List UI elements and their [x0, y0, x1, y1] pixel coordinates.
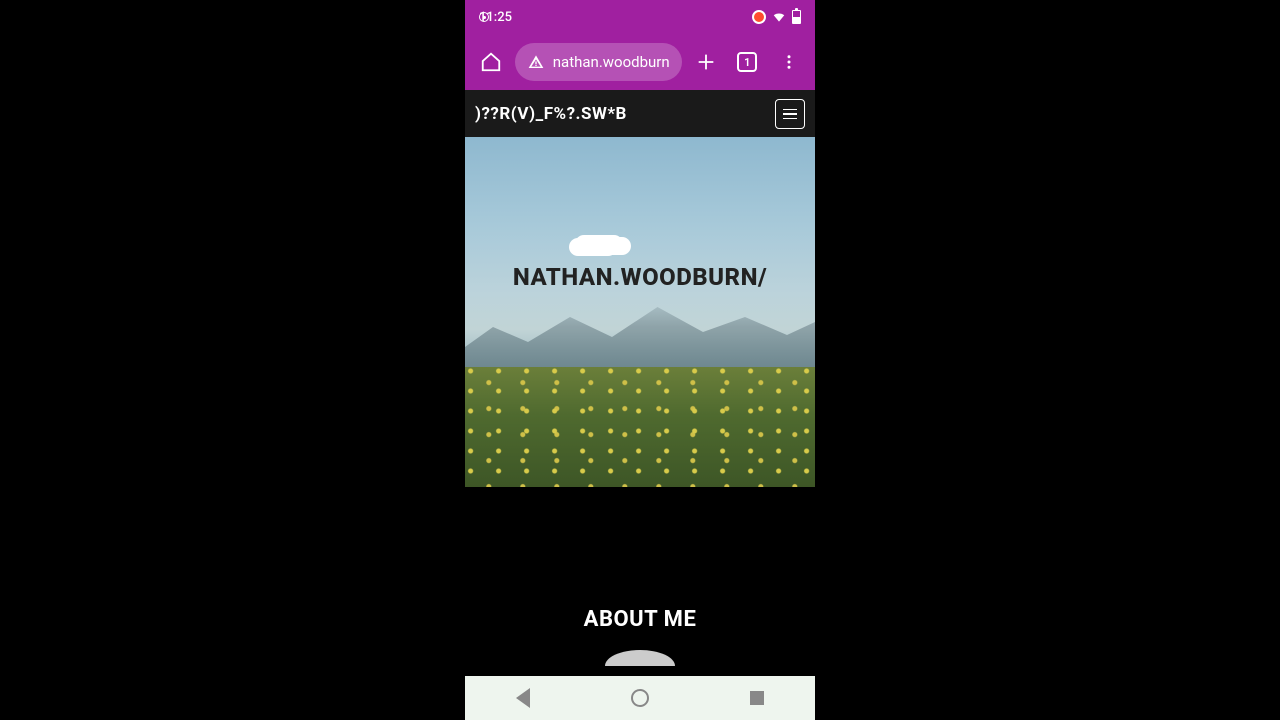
tab-count-badge: 1 [737, 52, 757, 72]
hero-cloud [575, 235, 623, 253]
record-dot-icon [752, 10, 766, 24]
battery-icon [792, 10, 801, 24]
url-bar[interactable]: nathan.woodburn [515, 43, 682, 81]
recents-square-icon [750, 691, 764, 705]
site-header: )??R(V)_F%?.SW*B [465, 90, 815, 137]
about-section [465, 487, 815, 607]
nav-home-button[interactable] [620, 678, 660, 718]
hero-foreground-grass [465, 367, 815, 487]
new-tab-button[interactable] [688, 42, 724, 82]
status-bar: 11:25 [465, 0, 815, 34]
nav-recents-button[interactable] [737, 678, 777, 718]
system-nav-bar [465, 676, 815, 720]
screen-record-indicator-icon [479, 12, 489, 22]
plus-icon [695, 51, 717, 73]
hero-section: NATHAN.WOODBURN/ [465, 137, 815, 487]
tab-switcher-button[interactable]: 1 [729, 42, 765, 82]
phone-frame: 11:25 nathan.woodburn [465, 0, 815, 720]
not-secure-warning-icon [527, 54, 545, 70]
home-circle-icon [631, 689, 649, 707]
status-right [752, 10, 801, 24]
hero-title: NATHAN.WOODBURN/ [465, 263, 815, 291]
hamburger-icon [783, 109, 797, 119]
site-title: )??R(V)_F%?.SW*B [475, 104, 627, 124]
about-avatar [605, 650, 675, 666]
browser-toolbar: nathan.woodburn 1 [465, 34, 815, 90]
about-heading: ABOUT ME [465, 607, 815, 632]
kebab-menu-icon [780, 53, 798, 71]
browser-home-button[interactable] [473, 42, 509, 82]
home-icon [480, 51, 502, 73]
site-menu-button[interactable] [775, 99, 805, 129]
url-text: nathan.woodburn [553, 53, 670, 71]
wifi-icon [772, 10, 786, 24]
nav-back-button[interactable] [503, 678, 543, 718]
browser-menu-button[interactable] [771, 42, 807, 82]
status-left: 11:25 [479, 10, 512, 25]
back-triangle-icon [516, 688, 530, 708]
